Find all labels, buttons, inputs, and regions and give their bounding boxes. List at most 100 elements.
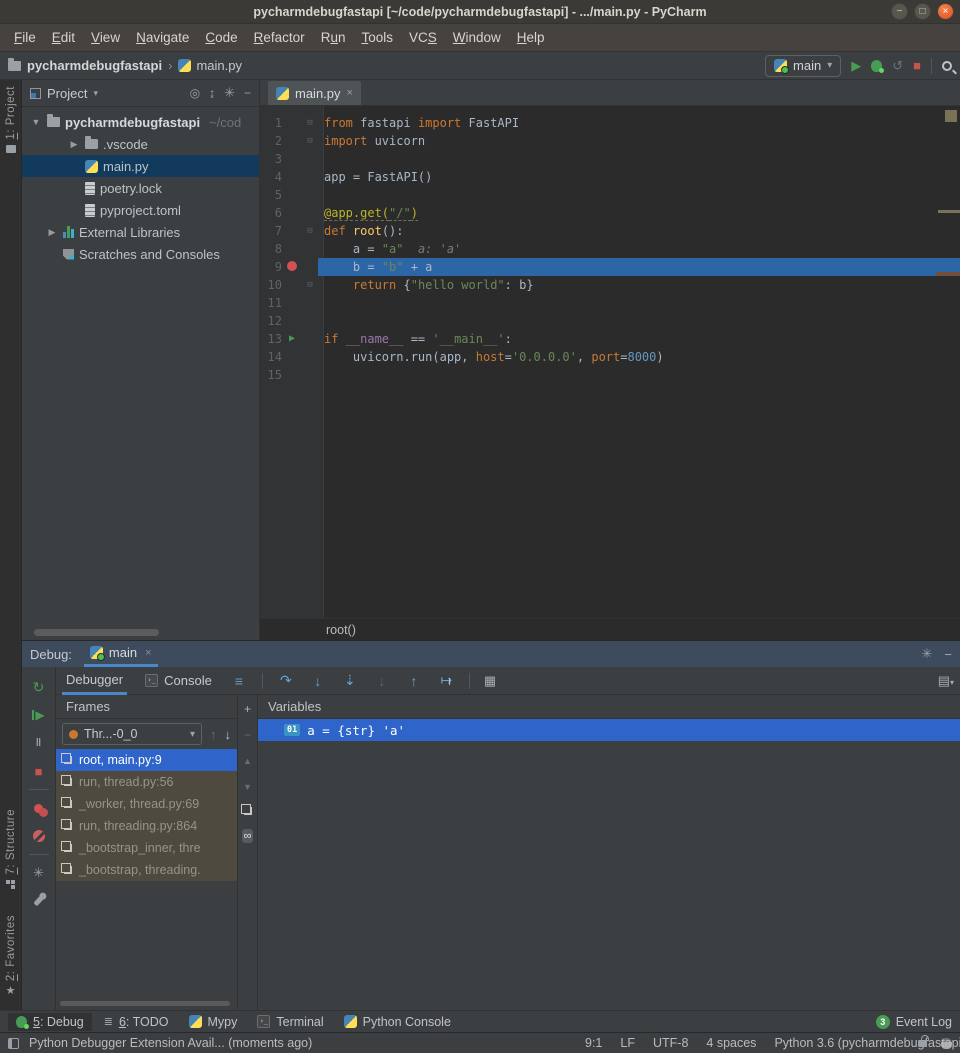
tree-item-pycharmdebugfastapi[interactable]: ▼pycharmdebugfastapi~/cod (22, 111, 259, 133)
line-number[interactable]: 1 (260, 114, 282, 132)
line-number[interactable]: 7 (260, 222, 282, 240)
debug-button[interactable] (871, 60, 882, 72)
fold-marker-icon[interactable]: ⊟ (302, 222, 318, 240)
tree-item-scratches-and-consoles[interactable]: Scratches and Consoles (22, 243, 259, 265)
run-to-cursor-icon[interactable]: ↦I (437, 672, 455, 689)
evaluate-expression-icon[interactable]: ▦ (484, 673, 496, 689)
line-number[interactable]: 3 (260, 150, 282, 168)
force-step-into-icon[interactable]: ↓ (373, 673, 391, 689)
run-with-coverage-button[interactable]: ↺ (892, 58, 903, 74)
hide-panel-icon[interactable]: − (244, 86, 251, 100)
menu-window[interactable]: Window (445, 30, 509, 45)
tree-item-main-py[interactable]: main.py (22, 155, 259, 177)
line-number[interactable]: 13 (260, 330, 282, 348)
code-line-6[interactable]: 6@app.get("/") (260, 204, 960, 222)
debug-settings-gear-icon[interactable]: ✳ (33, 865, 44, 881)
line-number[interactable]: 11 (260, 294, 282, 312)
project-panel-title[interactable]: Project (47, 86, 87, 101)
frame-row[interactable]: run, thread.py:56 (56, 771, 237, 793)
code-line-11[interactable]: 11 (260, 294, 960, 312)
run-configuration-select[interactable]: main ▾ (765, 55, 841, 77)
code-line-5[interactable]: 5 (260, 186, 960, 204)
line-number[interactable]: 4 (260, 168, 282, 186)
code-line-4[interactable]: 4app = FastAPI() (260, 168, 960, 186)
status-item[interactable]: LF (620, 1036, 635, 1050)
tree-item-poetry-lock[interactable]: poetry.lock (22, 177, 259, 199)
move-watch-up-icon[interactable]: ▲ (243, 755, 252, 767)
code-line-2[interactable]: 2⊟import uvicorn (260, 132, 960, 150)
menu-run[interactable]: Run (313, 30, 354, 45)
previous-frame-icon[interactable]: ↑ (210, 727, 217, 742)
toolwindow-button-terminal[interactable]: ›_Terminal (249, 1013, 331, 1031)
maximize-button[interactable]: □ (914, 3, 931, 20)
close-icon[interactable]: × (347, 87, 353, 99)
menu-navigate[interactable]: Navigate (128, 30, 197, 45)
remove-watch-icon[interactable]: − (244, 729, 251, 741)
code-line-3[interactable]: 3 (260, 150, 960, 168)
toolwindow-button-todo[interactable]: ≣6: TODO (96, 1013, 177, 1031)
threads-view-icon[interactable]: ≡ (230, 673, 248, 689)
chevron-down-icon[interactable]: ▾ (93, 88, 98, 99)
run-gutter-icon[interactable]: ▶ (282, 330, 302, 348)
line-number[interactable]: 10 (260, 276, 282, 294)
move-watch-down-icon[interactable]: ▼ (243, 781, 252, 793)
status-item[interactable]: 9:1 (585, 1036, 602, 1050)
breadcrumb-project[interactable]: pycharmdebugfastapi (27, 58, 162, 73)
breadcrumb-file[interactable]: main.py (196, 58, 242, 73)
step-over-icon[interactable]: ↷ (277, 672, 295, 689)
code-line-8[interactable]: 8 a = "a" a: 'a' (260, 240, 960, 258)
run-button[interactable]: ▶ (851, 58, 861, 74)
line-number[interactable]: 14 (260, 348, 282, 366)
frame-row[interactable]: _worker, thread.py:69 (56, 793, 237, 815)
duplicate-watch-icon[interactable] (244, 807, 252, 815)
search-icon[interactable] (942, 61, 952, 71)
fold-marker-icon[interactable]: ⊟ (302, 132, 318, 150)
toolwindow-button-debug[interactable]: 5: Debug (8, 1013, 92, 1031)
tree-item-pyproject-toml[interactable]: pyproject.toml (22, 199, 259, 221)
debug-session-tab[interactable]: main × (84, 641, 158, 667)
pin-tab-icon[interactable] (33, 896, 43, 907)
next-frame-icon[interactable]: ↓ (225, 727, 232, 742)
hide-panel-icon[interactable]: − (944, 647, 952, 662)
menu-view[interactable]: View (83, 30, 128, 45)
stripe-tab-structure[interactable]: 7: Structure (5, 809, 17, 888)
menu-code[interactable]: Code (197, 30, 245, 45)
line-number[interactable]: 6 (260, 204, 282, 222)
event-log-button[interactable]: 3 Event Log (876, 1015, 952, 1029)
tree-item-external-libraries[interactable]: ▶External Libraries (22, 221, 259, 243)
frame-row[interactable]: root, main.py:9 (56, 749, 237, 771)
rerun-debug-icon[interactable]: ↻ (33, 679, 45, 696)
gear-icon[interactable]: ✳ (922, 646, 933, 662)
toolwindow-button-python-console[interactable]: Python Console (336, 1013, 459, 1031)
stripe-tab-favorites[interactable]: 2: Favorites★ (5, 915, 17, 996)
frame-row[interactable]: _bootstrap, threading. (56, 859, 237, 881)
minimize-button[interactable]: − (891, 3, 908, 20)
menu-tools[interactable]: Tools (353, 30, 401, 45)
toolwindow-toggle-icon[interactable] (8, 1038, 19, 1049)
line-number[interactable]: 12 (260, 312, 282, 330)
editor-tab-main-py[interactable]: main.py × (268, 81, 361, 105)
code-line-14[interactable]: 14 uvicorn.run(app, host='0.0.0.0', port… (260, 348, 960, 366)
step-into-my-code-icon[interactable]: ⇣ (341, 672, 359, 689)
fold-marker-icon[interactable]: ⊟ (302, 114, 318, 132)
mute-breakpoints-icon[interactable] (33, 830, 45, 842)
tree-item--vscode[interactable]: ▶.vscode (22, 133, 259, 155)
frames-horizontal-scrollbar[interactable] (60, 1001, 230, 1006)
toolwindow-button-mypy[interactable]: Mypy (181, 1013, 246, 1031)
status-item[interactable]: Python 3.6 (pycharmdebugfastapi-9cdjtyrg… (774, 1036, 960, 1050)
breakpoint-gutter[interactable] (282, 258, 302, 276)
line-number[interactable]: 5 (260, 186, 282, 204)
collapse-all-icon[interactable]: ↨ (209, 86, 215, 100)
close-button[interactable]: × (937, 3, 954, 20)
lock-icon[interactable] (918, 1040, 927, 1047)
status-message[interactable]: Python Debugger Extension Avail... (mome… (29, 1036, 312, 1050)
line-number[interactable]: 2 (260, 132, 282, 150)
code-line-1[interactable]: 1⊟from fastapi import FastAPI (260, 114, 960, 132)
stripe-tab-project[interactable]: 1: Project (5, 86, 17, 153)
layout-settings-icon[interactable]: ▤▾ (938, 673, 954, 689)
variable-row[interactable]: 01a = {str} 'a' (258, 719, 960, 741)
tab-console[interactable]: ›_ Console (141, 667, 216, 695)
editor-breadcrumbs[interactable]: root() (260, 618, 960, 640)
add-watch-icon[interactable]: + (244, 703, 251, 715)
menu-vcs[interactable]: VCS (401, 30, 445, 45)
